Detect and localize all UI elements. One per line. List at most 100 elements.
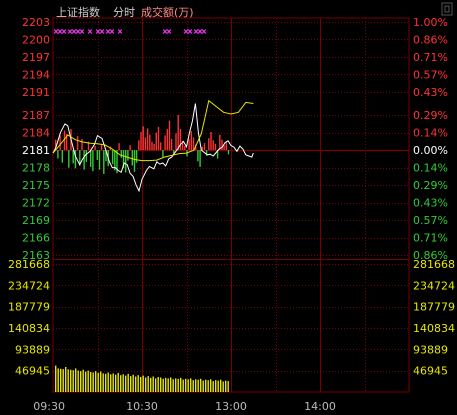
- breadth-bar: [68, 150, 70, 168]
- volume-tick-label: 281668: [413, 258, 455, 271]
- breadth-bar: [162, 150, 164, 158]
- volume-bar: [195, 379, 197, 392]
- breadth-bar: [166, 129, 168, 151]
- volume-bar: [82, 369, 84, 392]
- price-tick-label: 2169: [22, 214, 50, 227]
- price-tick-label: 2200: [22, 33, 50, 46]
- breadth-bar: [149, 134, 151, 151]
- breadth-bar: [129, 145, 131, 151]
- breadth-bar: [155, 132, 157, 151]
- breadth-bar: [100, 144, 103, 151]
- volume-bar: [227, 381, 229, 392]
- percent-tick-label: 0.43%: [413, 86, 448, 99]
- volume-bar: [185, 378, 187, 392]
- volume-bar: [85, 371, 87, 392]
- breadth-bar: [221, 139, 223, 151]
- volume-bar: [95, 371, 97, 392]
- percent-tick-label: 0.57%: [413, 214, 448, 227]
- breadth-bar: [190, 131, 192, 151]
- volume-bar: [55, 365, 57, 392]
- price-tick-label: 2203: [22, 16, 50, 29]
- percent-tick-label: 1.00%: [413, 16, 448, 29]
- price-tick-label: 2197: [22, 51, 50, 64]
- breadth-bar: [192, 137, 195, 151]
- breadth-bar: [61, 150, 63, 163]
- volume-bar: [107, 372, 109, 392]
- percent-tick-label: 0.57%: [413, 68, 448, 81]
- breadth-bar: [59, 135, 61, 151]
- volume-bar: [160, 377, 162, 392]
- breadth-bar: [135, 150, 138, 163]
- breadth-bar: [151, 141, 153, 151]
- breadth-bar: [223, 145, 225, 151]
- price-axis-labels: 2203 2200 2197 2194 2191 2187 2184 2181 2178 2175…: [22, 16, 50, 262]
- volume-bar: [162, 378, 164, 392]
- breadth-bar: [227, 150, 230, 155]
- volume-bar: [80, 371, 82, 392]
- volume-bar: [142, 375, 144, 392]
- volume-bar: [110, 374, 112, 392]
- volume-tick-label: 234724: [413, 279, 455, 292]
- breadth-bar: [201, 146, 203, 151]
- volume-tick-label: 140834: [8, 322, 50, 335]
- volume-bar: [225, 380, 227, 392]
- volume-bar: [60, 368, 62, 392]
- volume-bar: [127, 373, 129, 392]
- chart-background: [0, 0, 457, 415]
- breadth-bar: [208, 138, 210, 151]
- volume-bar: [200, 378, 202, 392]
- volume-bar: [210, 379, 212, 392]
- volume-tick-label: 281668: [8, 258, 50, 271]
- volume-bar: [150, 377, 152, 392]
- percent-tick-label: 0.86%: [413, 33, 448, 46]
- breadth-bar: [225, 142, 227, 151]
- volume-bar: [90, 372, 92, 392]
- volume-tick-label: 46945: [413, 365, 448, 378]
- price-tick-label: 2191: [22, 86, 50, 99]
- volume-tick-label: 187779: [413, 301, 455, 314]
- volume-bar: [115, 374, 117, 392]
- volume-bar: [105, 373, 107, 392]
- breadth-bar: [120, 150, 122, 158]
- volume-bar: [147, 376, 149, 392]
- breadth-bar: [118, 143, 120, 151]
- volume-bar: [112, 373, 114, 392]
- volume-bar: [155, 378, 157, 392]
- breadth-bar: [125, 150, 127, 173]
- breadth-bar: [90, 150, 92, 167]
- breadth-bar: [76, 136, 79, 151]
- breadth-bar: [168, 120, 171, 151]
- volume-bar: [152, 376, 154, 392]
- volume-bar: [120, 375, 122, 392]
- volume-bar: [77, 370, 79, 392]
- volume-unit-label: 成交额(万): [141, 5, 194, 19]
- volume-bar: [190, 378, 192, 392]
- volume-bar: [170, 377, 172, 392]
- volume-bar: [125, 375, 127, 392]
- price-tick-label: 2194: [22, 68, 50, 81]
- volume-bar: [177, 378, 179, 392]
- volume-bar: [67, 369, 69, 392]
- volume-bar: [65, 367, 67, 392]
- volume-bar: [87, 370, 89, 392]
- breadth-bar: [197, 150, 199, 162]
- percent-axis-labels: 1.00% 0.86% 0.71% 0.57% 0.43% 0.29% 0.14% 0.00%…: [413, 16, 448, 262]
- volume-bar: [187, 379, 189, 392]
- volume-bar: [172, 379, 174, 392]
- volume-bar: [62, 369, 64, 392]
- volume-bar: [92, 372, 94, 392]
- breadth-bar: [57, 150, 59, 159]
- time-tick-label: 09:30: [33, 400, 65, 413]
- percent-tick-label: 0.71%: [413, 51, 448, 64]
- percent-tick-label: 0.29%: [413, 109, 448, 122]
- percent-tick-label: 0.29%: [413, 179, 448, 192]
- volume-bar: [100, 371, 102, 392]
- volume-tick-label: 46945: [15, 365, 50, 378]
- time-tick-label: 14:00: [304, 400, 336, 413]
- breadth-bar: [177, 115, 179, 151]
- volume-bar: [72, 370, 74, 392]
- breadth-bar: [188, 139, 190, 151]
- breadth-bar: [210, 131, 212, 151]
- breadth-bar: [103, 150, 105, 174]
- breadth-bar: [83, 150, 85, 170]
